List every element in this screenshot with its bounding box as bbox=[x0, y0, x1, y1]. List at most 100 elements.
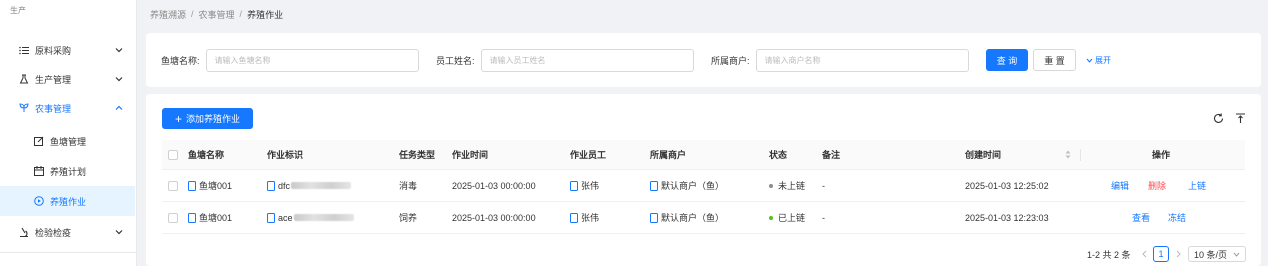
copy-icon[interactable] bbox=[570, 180, 578, 191]
edit-link[interactable]: 编辑 bbox=[1111, 170, 1129, 201]
sprout-icon bbox=[18, 102, 30, 114]
pond-name-input[interactable]: 请输入鱼塘名称 bbox=[205, 49, 419, 72]
merchant-cell: 默认商户（鱼） bbox=[650, 202, 724, 233]
status-dot bbox=[769, 215, 773, 220]
pagination-summary: 1-2 共 2 条 bbox=[1087, 249, 1131, 260]
calendar-icon bbox=[34, 166, 44, 176]
status-text: 已上链 bbox=[778, 213, 806, 223]
reset-button[interactable]: 重 置 bbox=[1033, 49, 1076, 71]
next-page-button[interactable] bbox=[1173, 246, 1183, 262]
redacted-text bbox=[291, 182, 352, 189]
row-checkbox[interactable] bbox=[168, 202, 178, 233]
operation-time-cell: 2025-01-03 00:00:00 bbox=[452, 212, 536, 223]
note-cell: - bbox=[822, 212, 825, 223]
row-checkbox[interactable] bbox=[168, 170, 178, 201]
pond-name-field: 鱼塘名称: 请输入鱼塘名称 bbox=[161, 49, 419, 72]
chevron-down-icon bbox=[1233, 252, 1240, 257]
circle-play-icon bbox=[34, 196, 44, 206]
table-row: 鱼塘001 dfc 消毒 2025-01-03 00:00:00 张伟 默认商户… bbox=[162, 170, 1245, 202]
operation-id: ace bbox=[278, 212, 293, 223]
sidebar-item-label: 农事管理 bbox=[35, 103, 72, 114]
status-badge: 已上链 bbox=[769, 202, 805, 233]
sidebar-item-farming[interactable]: 农事管理 bbox=[0, 92, 136, 124]
status-dot bbox=[769, 183, 773, 188]
copy-icon[interactable] bbox=[188, 212, 196, 223]
pond-name: 鱼塘001 bbox=[199, 213, 233, 223]
staff-name-input[interactable]: 请输入员工姓名 bbox=[480, 49, 694, 72]
sidebar-item-label: 检验检疫 bbox=[35, 227, 72, 238]
expand-label: 展开 bbox=[1095, 56, 1111, 65]
query-button[interactable]: 查 询 bbox=[986, 49, 1028, 71]
column-header: 作业时间 bbox=[452, 150, 489, 160]
flask-icon bbox=[18, 73, 30, 85]
column-divider bbox=[1080, 149, 1081, 161]
prev-page-button[interactable] bbox=[1139, 246, 1149, 262]
copy-icon[interactable] bbox=[267, 212, 275, 223]
page-size-value: 10 条/页 bbox=[1194, 249, 1228, 260]
copy-icon[interactable] bbox=[650, 180, 658, 191]
pond-cell: 鱼塘001 bbox=[188, 170, 232, 201]
column-header: 作业员工 bbox=[570, 150, 607, 160]
breadcrumb-item[interactable]: 养殖溯源 bbox=[150, 8, 186, 21]
column-header: 操作 bbox=[1152, 150, 1171, 160]
copy-icon[interactable] bbox=[267, 180, 275, 191]
sidebar-item-inspection[interactable]: 检验检疫 bbox=[0, 216, 136, 248]
chain-up-link[interactable]: 上链 bbox=[1188, 170, 1206, 201]
created-time-cell: 2025-01-03 12:23:03 bbox=[965, 212, 1049, 223]
page-size-select[interactable]: 10 条/页 bbox=[1188, 246, 1246, 262]
table-header: 鱼塘名称 作业标识 任务类型 作业时间 作业员工 所属商户 状态 备注 创建时间… bbox=[162, 140, 1245, 170]
sidebar-item-raw-purchase[interactable]: 原料采购 bbox=[0, 34, 136, 66]
microscope-icon bbox=[18, 226, 30, 238]
operation-id-cell: dfc bbox=[267, 170, 352, 201]
add-operation-button[interactable]: + 添加养殖作业 bbox=[162, 108, 253, 129]
pond-name-label: 鱼塘名称: bbox=[161, 56, 200, 66]
redacted-text bbox=[293, 214, 354, 221]
merchant-name: 默认商户（鱼） bbox=[661, 213, 725, 223]
sidebar-subitem-label: 养殖作业 bbox=[50, 196, 87, 207]
view-link[interactable]: 查看 bbox=[1132, 202, 1150, 233]
chevron-down-icon bbox=[114, 74, 124, 84]
staff-name: 张伟 bbox=[581, 213, 600, 223]
pond-name: 鱼塘001 bbox=[199, 181, 233, 191]
note-cell: - bbox=[822, 180, 825, 191]
sidebar-subitem-pond[interactable]: 鱼塘管理 bbox=[0, 126, 136, 156]
sidebar-item-production[interactable]: 生产管理 bbox=[0, 63, 136, 95]
breadcrumb-current: 养殖作业 bbox=[247, 9, 284, 20]
breadcrumb-item[interactable]: 农事管理 bbox=[199, 8, 235, 21]
page-number-current[interactable]: 1 bbox=[1153, 246, 1169, 262]
edit-icon bbox=[34, 136, 44, 146]
delete-link[interactable]: 删除 bbox=[1148, 170, 1166, 201]
staff-cell: 张伟 bbox=[570, 170, 599, 201]
chevron-down-icon bbox=[1086, 58, 1093, 63]
sidebar-subitem-plan[interactable]: 养殖计划 bbox=[0, 156, 136, 186]
expand-toggle[interactable]: 展开 bbox=[1086, 55, 1111, 66]
task-type-cell: 饲养 bbox=[399, 213, 418, 223]
sidebar-divider bbox=[0, 252, 136, 253]
sidebar-subitem-operation[interactable]: 养殖作业 bbox=[0, 186, 135, 216]
select-all-checkbox[interactable] bbox=[168, 140, 178, 169]
staff-name-field: 员工姓名: 请输入员工姓名 bbox=[436, 49, 694, 72]
sort-icon[interactable] bbox=[1065, 140, 1071, 169]
column-height-icon[interactable] bbox=[1234, 112, 1246, 124]
sidebar-item-label: 生产管理 bbox=[35, 74, 72, 85]
staff-cell: 张伟 bbox=[570, 202, 599, 233]
chevron-down-icon bbox=[114, 45, 124, 55]
column-header: 备注 bbox=[822, 150, 841, 160]
copy-icon[interactable] bbox=[188, 180, 196, 191]
merchant-input[interactable]: 请输入商户名称 bbox=[755, 49, 969, 72]
copy-icon[interactable] bbox=[570, 212, 578, 223]
pond-cell: 鱼塘001 bbox=[188, 202, 232, 233]
freeze-link[interactable]: 冻结 bbox=[1168, 202, 1186, 233]
column-header: 所属商户 bbox=[650, 150, 687, 160]
plus-icon: + bbox=[174, 111, 182, 126]
copy-icon[interactable] bbox=[650, 212, 658, 223]
breadcrumb-separator: / bbox=[239, 9, 243, 19]
table-row: 鱼塘001 ace 饲养 2025-01-03 00:00:00 张伟 默认商户… bbox=[162, 202, 1245, 234]
sidebar: 生产 原料采购 生产管理 农事管理 鱼塘管理 养殖计划 养殖作业 检验检疫 bbox=[0, 0, 137, 266]
refresh-icon[interactable] bbox=[1212, 112, 1224, 124]
list-icon bbox=[18, 44, 30, 56]
created-time-cell: 2025-01-03 12:25:02 bbox=[965, 180, 1049, 191]
search-panel: 鱼塘名称: 请输入鱼塘名称 员工姓名: 请输入员工姓名 所属商户: 请输入商户名… bbox=[146, 33, 1261, 87]
operation-id-cell: ace bbox=[267, 202, 354, 233]
column-header: 任务类型 bbox=[399, 150, 436, 160]
